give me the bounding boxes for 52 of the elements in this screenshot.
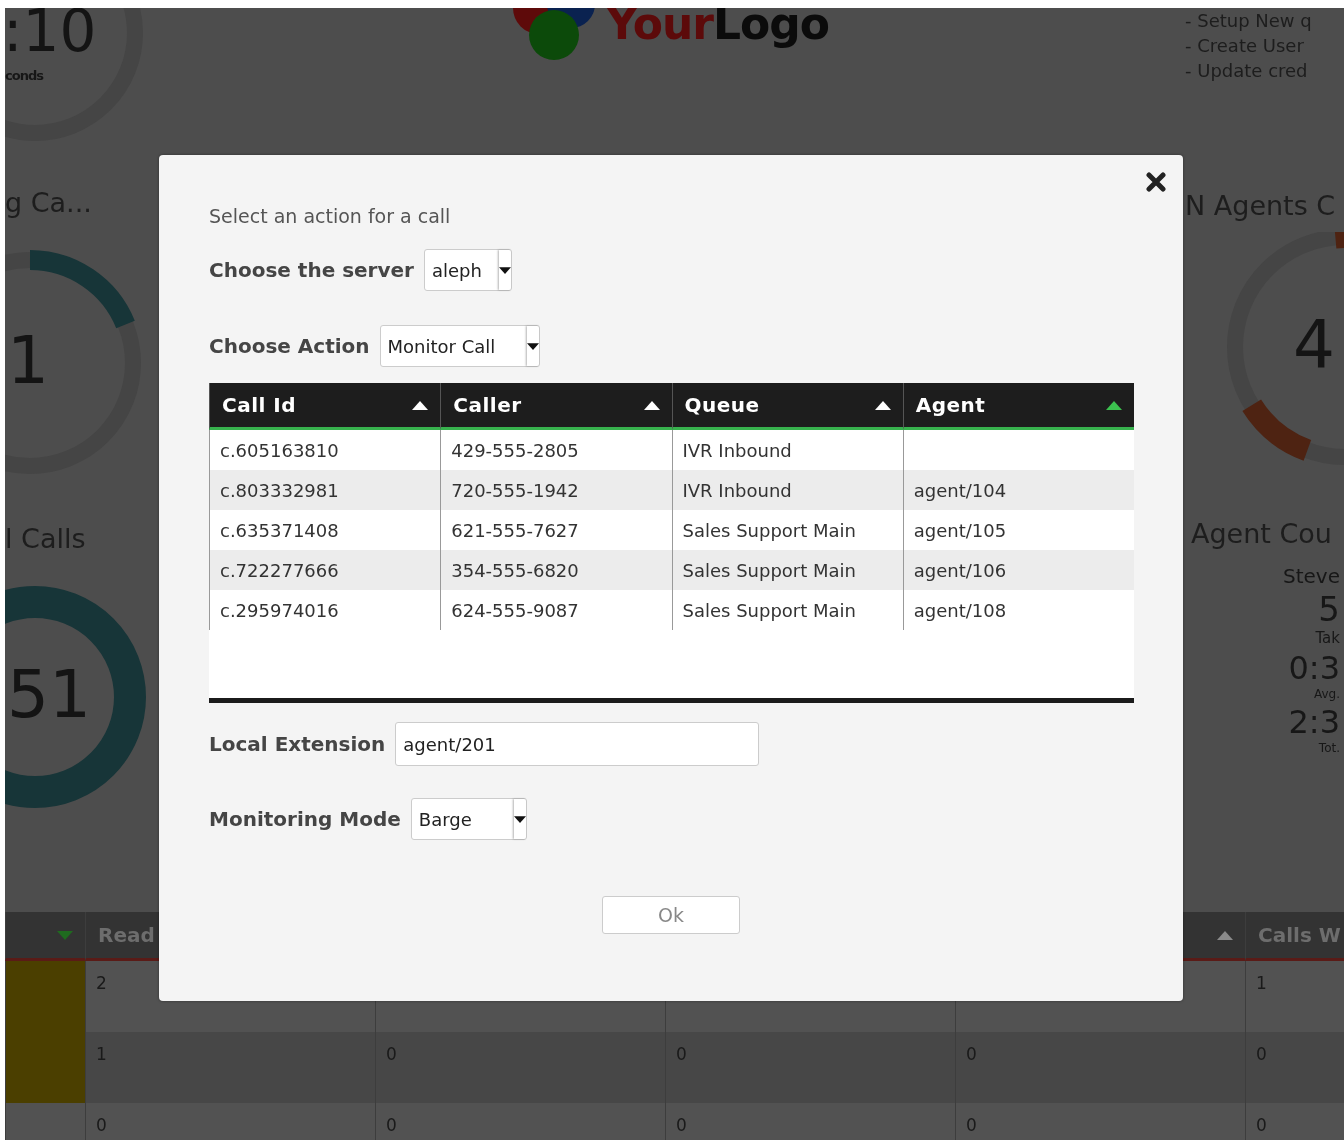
table-cell[interactable]: 720-555-1942 — [440, 470, 672, 510]
sort-icon[interactable] — [643, 400, 660, 410]
table-cell[interactable] — [902, 430, 1134, 470]
column-header[interactable]: Call Id — [209, 383, 441, 430]
gauge-value: 51 — [7, 661, 91, 728]
close-button[interactable] — [1143, 169, 1169, 195]
table-cell[interactable]: agent/104 — [902, 470, 1134, 510]
column-header[interactable]: Caller — [440, 383, 672, 430]
table-cell[interactable]: agent/105 — [902, 510, 1134, 550]
mode-select[interactable]: Barge — [410, 798, 527, 840]
timer-value: :10 — [5, 8, 97, 60]
table-cell[interactable]: c.295974016 — [209, 590, 441, 630]
table-cell[interactable]: 354-555-6820 — [440, 550, 672, 590]
server-select[interactable]: aleph — [423, 249, 512, 291]
table-cell: 0 — [1245, 1103, 1344, 1140]
close-icon — [1146, 172, 1166, 192]
sort-icon[interactable] — [412, 400, 429, 410]
table-cell[interactable]: IVR Inbound — [671, 430, 903, 470]
caret-icon[interactable] — [498, 265, 511, 275]
sort-icon[interactable] — [874, 400, 891, 410]
field-label: Local Extension — [209, 732, 386, 756]
gauge-value: 4 — [1293, 312, 1335, 379]
caret-icon[interactable] — [526, 341, 539, 351]
caret-icon[interactable] — [513, 814, 526, 824]
table-cell: 0 — [955, 1103, 1245, 1140]
table-cell[interactable]: c.722277666 — [209, 550, 441, 590]
table-cell: 0 — [665, 1103, 955, 1140]
table-cell[interactable]: 429-555-2805 — [440, 430, 672, 470]
table-cell[interactable]: c.605163810 — [209, 430, 441, 470]
column-header[interactable]: Agent — [902, 383, 1134, 430]
table-cell[interactable]: agent/106 — [902, 550, 1134, 590]
table-cell[interactable]: IVR Inbound — [671, 470, 903, 510]
dialog-prompt: Select an action for a call — [209, 204, 452, 229]
table-cell[interactable]: agent/108 — [902, 590, 1134, 630]
table-cell: 0 — [85, 1103, 375, 1140]
table-cell[interactable]: c.635371408 — [209, 510, 441, 550]
table-cell[interactable]: 624-555-9087 — [440, 590, 672, 630]
gauge-value: 1 — [7, 328, 49, 395]
table-cell: 0 — [375, 1103, 665, 1140]
column-header[interactable]: Queue — [671, 383, 903, 430]
field-label: Choose the server — [209, 258, 414, 282]
table-cell: 1 — [1245, 961, 1344, 1032]
sort-icon[interactable] — [1106, 400, 1122, 410]
extension-input[interactable]: agent/201 — [395, 722, 760, 766]
table-cell[interactable]: 621-555-7627 — [440, 510, 672, 550]
field-label: Choose Action — [209, 334, 370, 358]
table-cell[interactable]: Sales Support Main — [671, 590, 903, 630]
table-cell[interactable]: Sales Support Main — [671, 550, 903, 590]
action-select[interactable]: Monitor Call — [379, 325, 540, 367]
field-label: Monitoring Mode — [209, 807, 401, 831]
table-cell[interactable]: c.803332981 — [209, 470, 441, 510]
table-cell[interactable]: Sales Support Main — [671, 510, 903, 550]
